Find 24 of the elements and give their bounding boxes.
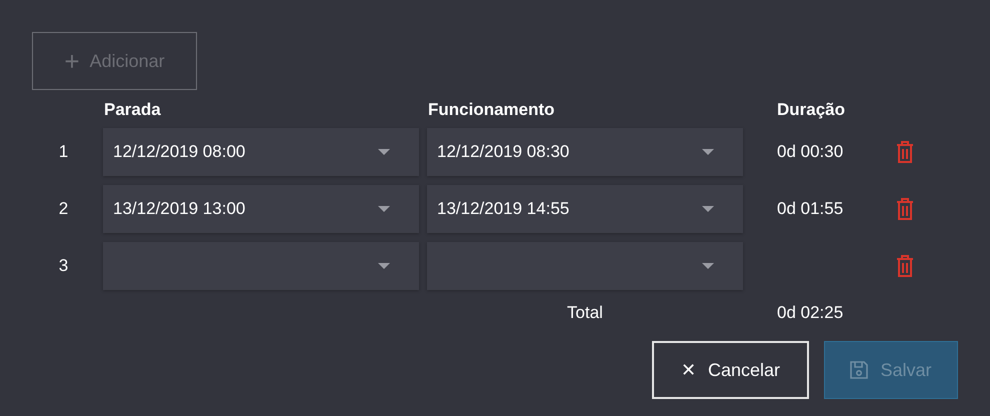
trash-icon[interactable]	[896, 141, 914, 163]
total-value: 0d 02:25	[777, 303, 844, 322]
duration-text: 0d 01:55	[777, 199, 844, 218]
duration-text: 0d 00:30	[777, 142, 844, 161]
cancel-button[interactable]: ✕ Cancelar	[652, 341, 809, 399]
total-label: Total	[567, 303, 603, 322]
date-select[interactable]: 12/12/2019 08:30	[427, 128, 743, 176]
column-header: Duração	[776, 99, 846, 121]
caret-icon	[702, 149, 714, 155]
row-number: 3	[58, 256, 70, 276]
column-header: Funcionamento	[427, 99, 556, 121]
date-select[interactable]: 12/12/2019 08:00	[103, 128, 419, 176]
caret-icon	[378, 149, 390, 155]
caret-icon	[702, 263, 714, 269]
date-select[interactable]: 13/12/2019 13:00	[103, 185, 419, 233]
row-number: 2	[58, 199, 70, 219]
caret-icon	[378, 263, 390, 269]
trash-icon[interactable]	[896, 255, 914, 277]
column-header: Parada	[103, 99, 162, 121]
trash-icon[interactable]	[896, 198, 914, 220]
date-select[interactable]: 13/12/2019 14:55	[427, 185, 743, 233]
row-number: 1	[58, 142, 70, 162]
caret-icon	[702, 206, 714, 212]
caret-icon	[378, 206, 390, 212]
